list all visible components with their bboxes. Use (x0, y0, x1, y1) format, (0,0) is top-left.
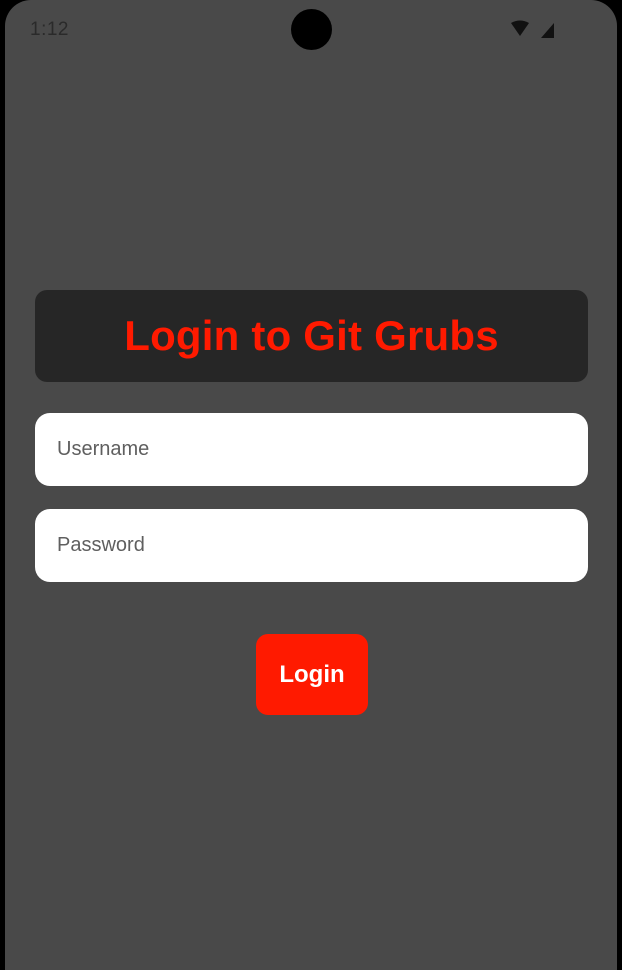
cellular-signal-icon (541, 23, 554, 38)
status-icons (511, 20, 554, 38)
status-bar: 1:12 (5, 0, 617, 60)
app-screen: 1:12 Login to Git Grubs Login (5, 0, 617, 970)
login-button[interactable]: Login (256, 634, 368, 715)
password-field[interactable] (35, 509, 588, 582)
username-field[interactable] (35, 413, 588, 486)
title-card: Login to Git Grubs (35, 290, 588, 382)
page-title: Login to Git Grubs (124, 312, 499, 359)
status-time: 1:12 (30, 19, 69, 40)
device-frame: 1:12 Login to Git Grubs Login (0, 0, 622, 970)
camera-cutout (291, 9, 332, 50)
wifi-icon (511, 20, 529, 36)
